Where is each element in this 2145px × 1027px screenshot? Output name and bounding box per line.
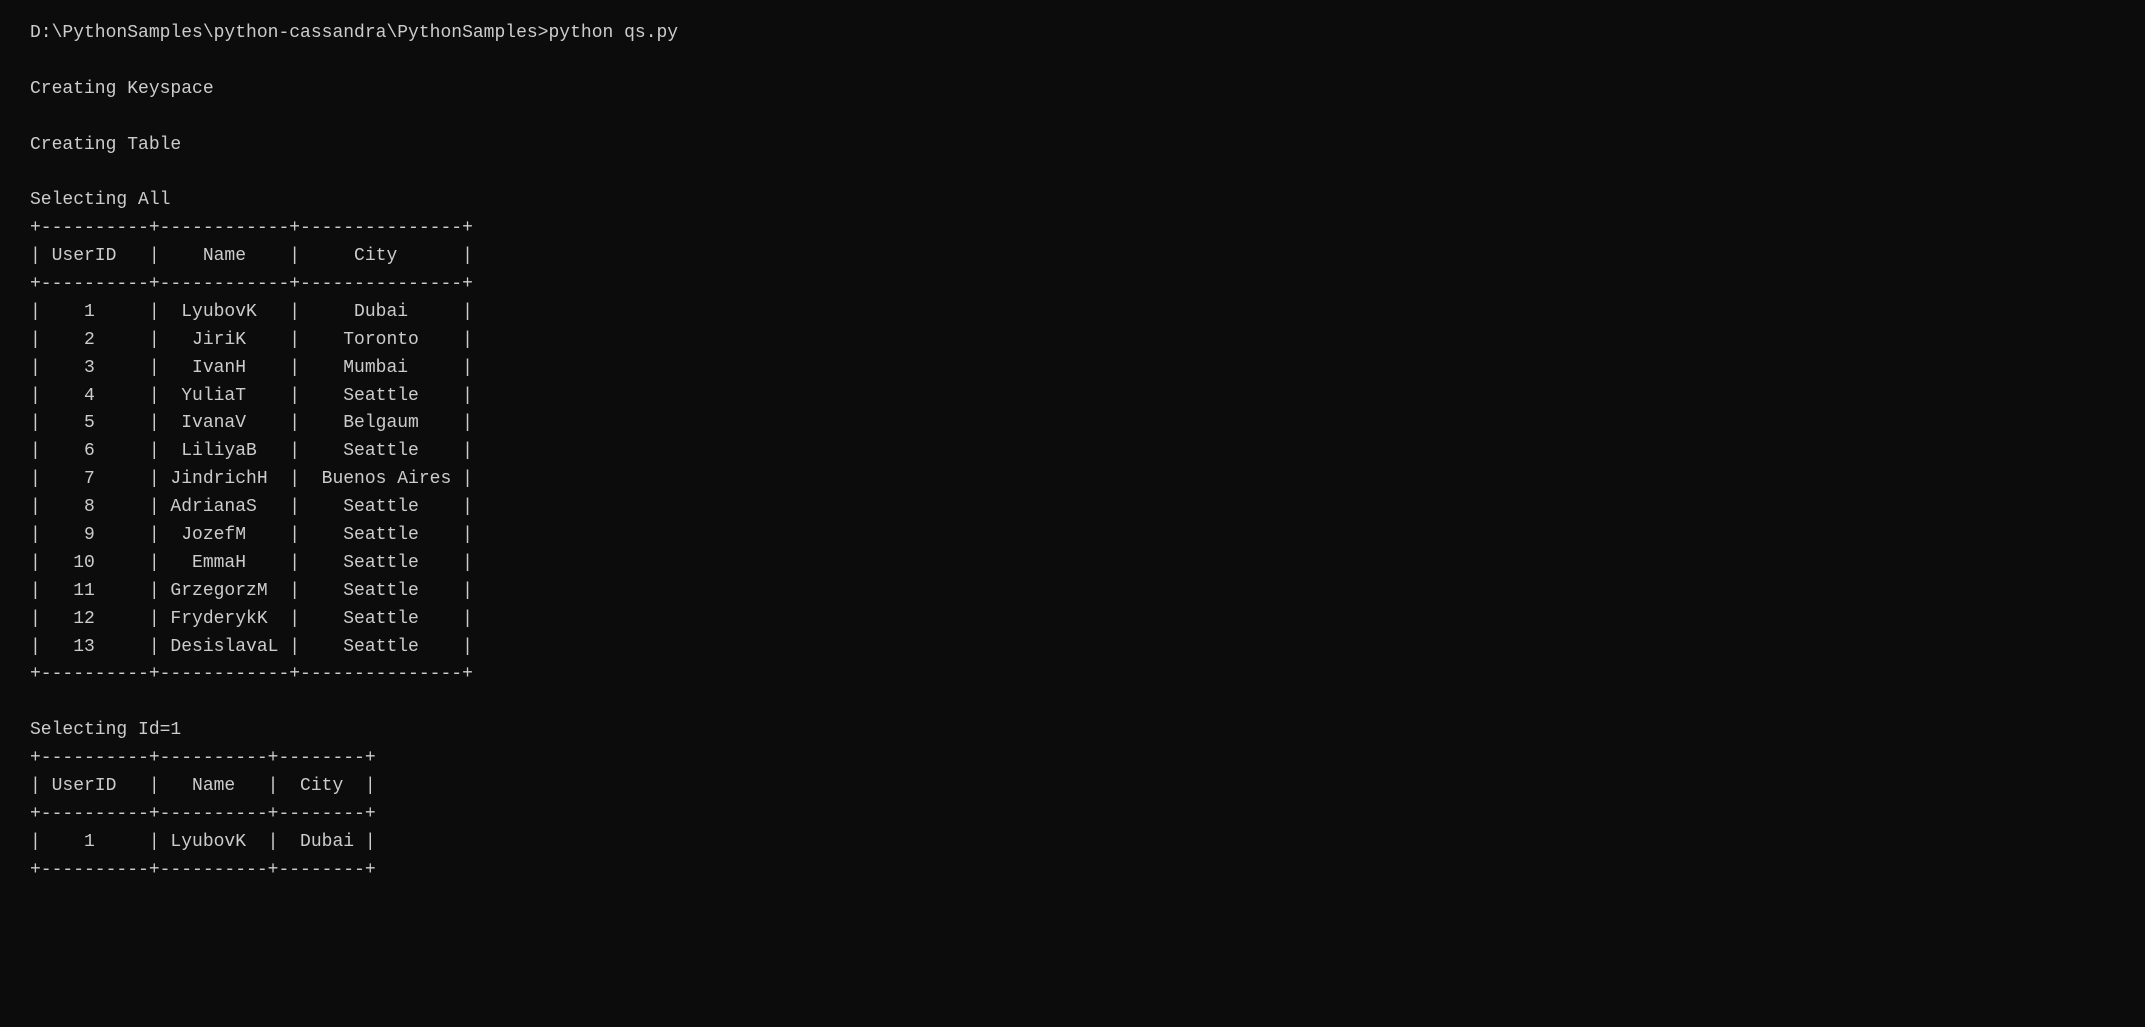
- terminal-line: Creating Keyspace: [30, 76, 2115, 104]
- terminal-line: +----------+----------+--------+: [30, 801, 2115, 829]
- terminal-line: +----------+------------+---------------…: [30, 661, 2115, 689]
- terminal-line: Selecting Id=1: [30, 717, 2115, 745]
- terminal-line: | 12 | FryderykK | Seattle |: [30, 606, 2115, 634]
- terminal-line: | 2 | JiriK | Toronto |: [30, 327, 2115, 355]
- terminal-line: | 11 | GrzegorzM | Seattle |: [30, 578, 2115, 606]
- terminal-output: Creating Keyspace Creating Table Selecti…: [30, 48, 2115, 885]
- terminal-line: | 13 | DesislavaL | Seattle |: [30, 634, 2115, 662]
- terminal-line: | 5 | IvanaV | Belgaum |: [30, 410, 2115, 438]
- terminal-line: Creating Table: [30, 132, 2115, 160]
- terminal-line: | 4 | YuliaT | Seattle |: [30, 383, 2115, 411]
- command-line: D:\PythonSamples\python-cassandra\Python…: [30, 20, 2115, 48]
- terminal-window: D:\PythonSamples\python-cassandra\Python…: [30, 20, 2115, 48]
- terminal-line: | 6 | LiliyaB | Seattle |: [30, 438, 2115, 466]
- terminal-line: | 3 | IvanH | Mumbai |: [30, 355, 2115, 383]
- terminal-line: [30, 104, 2115, 132]
- terminal-line: +----------+----------+--------+: [30, 745, 2115, 773]
- terminal-line: | 8 | AdrianaS | Seattle |: [30, 494, 2115, 522]
- terminal-line: +----------+------------+---------------…: [30, 271, 2115, 299]
- terminal-line: | UserID | Name | City |: [30, 243, 2115, 271]
- terminal-line: [30, 689, 2115, 717]
- terminal-line: +----------+----------+--------+: [30, 857, 2115, 885]
- terminal-line: +----------+------------+---------------…: [30, 215, 2115, 243]
- terminal-line: | 1 | LyubovK | Dubai |: [30, 299, 2115, 327]
- terminal-line: [30, 48, 2115, 76]
- terminal-line: Selecting All: [30, 187, 2115, 215]
- terminal-line: | 1 | LyubovK | Dubai |: [30, 829, 2115, 857]
- terminal-line: | UserID | Name | City |: [30, 773, 2115, 801]
- terminal-line: [30, 159, 2115, 187]
- terminal-line: | 10 | EmmaH | Seattle |: [30, 550, 2115, 578]
- terminal-line: | 7 | JindrichH | Buenos Aires |: [30, 466, 2115, 494]
- terminal-line: | 9 | JozefM | Seattle |: [30, 522, 2115, 550]
